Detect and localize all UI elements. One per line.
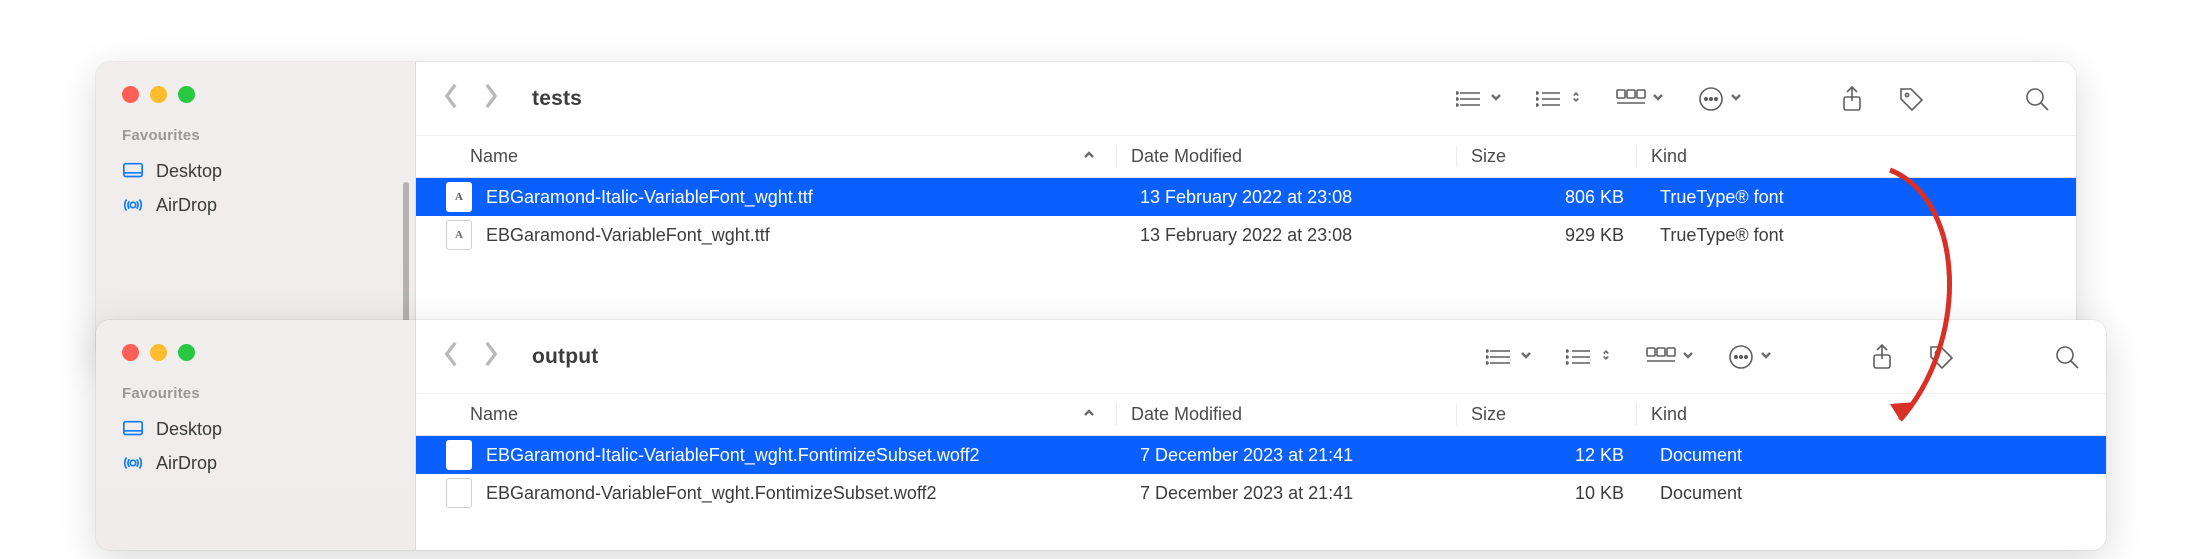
- sidebar-heading: Favourites: [116, 383, 415, 412]
- view-list-button[interactable]: [1456, 88, 1502, 110]
- column-headers: Name Date Modified Size Kind: [416, 394, 2106, 436]
- forward-button[interactable]: [482, 340, 500, 373]
- file-row[interactable]: EBGaramond-Italic-VariableFont_wght.ttf …: [416, 178, 2076, 216]
- column-header-kind[interactable]: Kind: [1636, 404, 2106, 425]
- file-name: EBGaramond-VariableFont_wght.FontimizeSu…: [486, 483, 937, 504]
- file-name: EBGaramond-VariableFont_wght.ttf: [486, 225, 770, 246]
- main-pane: output Name Date Modified Size Kind EBGa…: [416, 320, 2106, 550]
- column-header-size[interactable]: Size: [1456, 146, 1636, 167]
- group-button[interactable]: [1536, 88, 1582, 110]
- desktop-icon: [122, 418, 144, 440]
- sidebar-item-label: AirDrop: [156, 195, 217, 216]
- sidebar-item-label: AirDrop: [156, 453, 217, 474]
- sidebar-scrollbar[interactable]: [403, 182, 409, 342]
- toolbar: tests: [416, 62, 2076, 136]
- sidebar-item-desktop[interactable]: Desktop: [116, 412, 415, 446]
- sidebar-item-airdrop[interactable]: AirDrop: [116, 188, 415, 222]
- chevron-down-icon: [1652, 90, 1664, 108]
- file-date: 7 December 2023 at 21:41: [1126, 483, 1466, 504]
- action-menu-button[interactable]: [1698, 86, 1742, 112]
- finder-window-tests: Favourites Desktop AirDrop tests: [96, 62, 2076, 362]
- file-size: 12 KB: [1466, 445, 1646, 466]
- airdrop-icon: [122, 452, 144, 474]
- sidebar-item-airdrop[interactable]: AirDrop: [116, 446, 415, 480]
- file-date: 13 February 2022 at 23:08: [1126, 225, 1466, 246]
- main-pane: tests Name Date Modified Size Kind EBGar…: [416, 62, 2076, 362]
- sort-caret-icon: [1082, 146, 1096, 167]
- document-file-icon: [446, 478, 472, 508]
- file-name: EBGaramond-Italic-VariableFont_wght.Font…: [486, 445, 980, 466]
- file-name: EBGaramond-Italic-VariableFont_wght.ttf: [486, 187, 813, 208]
- view-list-button[interactable]: [1486, 346, 1532, 368]
- file-kind: TrueType® font: [1646, 187, 2076, 208]
- airdrop-icon: [122, 194, 144, 216]
- file-row[interactable]: EBGaramond-Italic-VariableFont_wght.Font…: [416, 436, 2106, 474]
- action-menu-button[interactable]: [1728, 344, 1772, 370]
- minimize-window-button[interactable]: [150, 86, 167, 103]
- folder-title: tests: [532, 87, 582, 111]
- toolbar: output: [416, 320, 2106, 394]
- sidebar-item-label: Desktop: [156, 161, 222, 182]
- forward-button[interactable]: [482, 82, 500, 115]
- sidebar: Favourites Desktop AirDrop: [96, 320, 416, 550]
- sidebar-item-label: Desktop: [156, 419, 222, 440]
- sidebar-heading: Favourites: [116, 125, 415, 154]
- sidebar-item-desktop[interactable]: Desktop: [116, 154, 415, 188]
- file-kind: Document: [1646, 483, 2106, 504]
- zoom-window-button[interactable]: [178, 86, 195, 103]
- font-file-icon: [446, 220, 472, 250]
- window-controls: [116, 340, 415, 383]
- sort-caret-icon: [1082, 404, 1096, 425]
- chevron-down-icon: [1730, 90, 1742, 108]
- close-window-button[interactable]: [122, 86, 139, 103]
- group-button[interactable]: [1566, 346, 1612, 368]
- finder-window-output: Favourites Desktop AirDrop output: [96, 320, 2106, 550]
- chevron-down-icon: [1682, 348, 1694, 366]
- column-header-kind[interactable]: Kind: [1636, 146, 2076, 167]
- column-header-name[interactable]: Name: [416, 404, 1116, 425]
- share-button[interactable]: [1870, 343, 1894, 371]
- file-date: 13 February 2022 at 23:08: [1126, 187, 1466, 208]
- file-size: 929 KB: [1466, 225, 1646, 246]
- updown-icon: [1570, 90, 1582, 108]
- column-header-date[interactable]: Date Modified: [1116, 146, 1456, 167]
- search-button[interactable]: [2024, 86, 2050, 112]
- file-row[interactable]: EBGaramond-VariableFont_wght.FontimizeSu…: [416, 474, 2106, 512]
- column-headers: Name Date Modified Size Kind: [416, 136, 2076, 178]
- share-button[interactable]: [1840, 85, 1864, 113]
- back-button[interactable]: [442, 82, 460, 115]
- back-button[interactable]: [442, 340, 460, 373]
- chevron-down-icon: [1520, 348, 1532, 366]
- updown-icon: [1600, 348, 1612, 366]
- tags-button[interactable]: [1928, 344, 1956, 370]
- font-file-icon: [446, 182, 472, 212]
- desktop-icon: [122, 160, 144, 182]
- file-date: 7 December 2023 at 21:41: [1126, 445, 1466, 466]
- file-row[interactable]: EBGaramond-VariableFont_wght.ttf 13 Febr…: [416, 216, 2076, 254]
- file-kind: TrueType® font: [1646, 225, 2076, 246]
- tags-button[interactable]: [1898, 86, 1926, 112]
- view-options-button[interactable]: [1616, 88, 1664, 110]
- chevron-down-icon: [1760, 348, 1772, 366]
- zoom-window-button[interactable]: [178, 344, 195, 361]
- view-options-button[interactable]: [1646, 346, 1694, 368]
- file-size: 10 KB: [1466, 483, 1646, 504]
- close-window-button[interactable]: [122, 344, 139, 361]
- minimize-window-button[interactable]: [150, 344, 167, 361]
- file-kind: Document: [1646, 445, 2106, 466]
- column-header-date[interactable]: Date Modified: [1116, 404, 1456, 425]
- window-controls: [116, 82, 415, 125]
- chevron-down-icon: [1490, 90, 1502, 108]
- folder-title: output: [532, 345, 599, 369]
- sidebar: Favourites Desktop AirDrop: [96, 62, 416, 362]
- column-header-size[interactable]: Size: [1456, 404, 1636, 425]
- document-file-icon: [446, 440, 472, 470]
- search-button[interactable]: [2054, 344, 2080, 370]
- column-header-name[interactable]: Name: [416, 146, 1116, 167]
- file-size: 806 KB: [1466, 187, 1646, 208]
